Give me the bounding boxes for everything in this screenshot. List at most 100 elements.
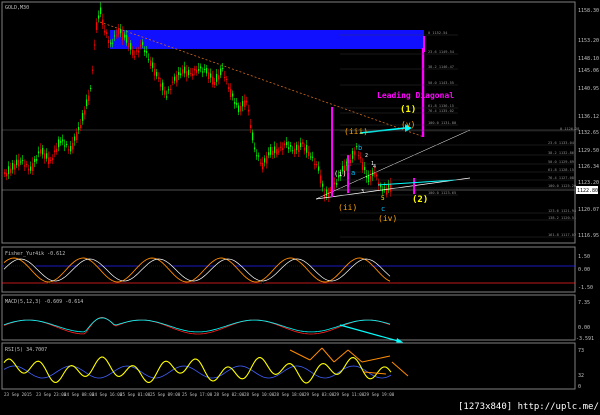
time-axis-label: 28 Sep 02:00 <box>214 392 245 397</box>
rsi-panel <box>1 342 576 390</box>
fib-level-label: 50.0 1143.55 <box>428 81 454 85</box>
fisher-bar <box>358 256 360 270</box>
candle-body <box>18 159 20 167</box>
candle-body <box>244 100 246 107</box>
fisher-bar <box>316 270 318 279</box>
candle-body <box>240 106 242 112</box>
fib-level-label: 23.6 1149.54 <box>428 50 454 54</box>
candle-body <box>184 66 186 74</box>
fisher-bar <box>132 270 134 278</box>
macd-bar <box>254 322 256 327</box>
candle-body <box>16 159 18 166</box>
fib-level-label: 76.4 1127.08 <box>548 176 574 180</box>
macd-bar <box>364 322 366 327</box>
time-axis-label: 29 Sep 19:00 <box>364 392 395 397</box>
candle-body <box>140 44 142 47</box>
candle-body <box>274 146 276 154</box>
macd-axis-top: 7.35 <box>578 300 590 306</box>
price-axis-label: 1129.50 <box>578 148 599 154</box>
macd-bar <box>368 322 370 327</box>
candle-body <box>220 68 222 76</box>
price-axis-label: 1126.34 <box>578 164 599 170</box>
candle-body <box>320 175 322 184</box>
candle-body <box>26 163 28 165</box>
macd-bar <box>106 322 108 327</box>
candle-body <box>226 78 228 80</box>
fisher-bar <box>204 270 206 275</box>
candle-body <box>104 30 106 33</box>
candle-body <box>8 166 10 175</box>
fisher-axis-top: 1.50 <box>578 254 590 260</box>
candle-body <box>248 109 250 112</box>
candle-body <box>390 183 392 192</box>
fisher-bar <box>150 262 152 270</box>
candle-body <box>46 153 48 159</box>
fisher-bar <box>366 261 368 270</box>
rsi-axis-mid: 32 <box>578 373 584 379</box>
fisher-bar <box>54 270 56 280</box>
macd-bar <box>186 327 188 333</box>
candle-body <box>102 19 104 25</box>
macd-bar <box>28 322 30 327</box>
fisher-bar <box>88 256 90 270</box>
fib-level-label: 50.0 1129.89 <box>548 160 574 164</box>
candle-body <box>172 81 174 83</box>
fisher-bar <box>112 270 114 274</box>
fisher-bar <box>104 270 106 274</box>
time-axis-label: 25 Sep 01:00 <box>120 392 151 397</box>
fisher-bar <box>24 264 26 270</box>
candle-body <box>52 158 54 161</box>
candle-body <box>198 69 200 71</box>
fisher-bar <box>292 263 294 270</box>
candle-body <box>370 175 372 182</box>
candle-body <box>128 43 130 48</box>
fisher-bar <box>324 270 326 280</box>
candle-body <box>34 159 36 162</box>
candle-body <box>58 139 60 148</box>
fib-level-label: 100.0 1123.65 <box>428 191 456 195</box>
price-axis-label: 1120.07 <box>578 207 599 213</box>
macd-bar <box>204 327 206 332</box>
fib-level-label: 161.8 1117.02 <box>548 233 576 237</box>
candle-body <box>212 76 214 85</box>
candle-body <box>82 113 84 121</box>
macd-bar <box>40 321 42 327</box>
fib-level-label: 61.8 1136.15 <box>428 104 454 108</box>
macd-bar <box>132 321 134 327</box>
fisher-bar <box>196 270 198 275</box>
candle-body <box>312 156 314 158</box>
candle-body <box>146 51 148 53</box>
wave-label-c: c <box>381 205 385 213</box>
fisher-bar <box>364 259 366 270</box>
fib-level-label: 0 1126.28 <box>560 127 579 131</box>
candle-body <box>208 72 210 79</box>
fisher-bar <box>10 259 12 270</box>
macd-bar <box>150 321 152 327</box>
candle-body <box>210 73 212 78</box>
macd-bar <box>144 322 146 327</box>
fib-level-label: 123.6 1121.94 <box>548 209 576 213</box>
resistance-zone <box>110 30 424 49</box>
macd-bar <box>24 322 26 327</box>
candle-body <box>154 68 156 76</box>
macd-bar <box>104 319 106 327</box>
current-price-value: 1122.80 <box>577 188 598 194</box>
candle-body <box>268 152 270 156</box>
fisher-bar <box>152 263 154 270</box>
candle-body <box>78 127 80 130</box>
macd-bar <box>376 321 378 327</box>
candle-body <box>90 88 92 89</box>
macd-bar <box>308 327 310 332</box>
candle-body <box>158 77 160 79</box>
candle-body <box>336 183 338 185</box>
fisher-bar <box>234 266 236 270</box>
fisher-bar <box>14 260 16 270</box>
fisher-bar <box>46 270 48 283</box>
macd-panel <box>1 294 576 341</box>
macd-bar <box>362 322 364 327</box>
rsi-axis-bottom: 0 <box>578 384 581 390</box>
macd-bar <box>80 327 82 332</box>
candle-body <box>200 66 202 69</box>
candle-body <box>166 96 168 98</box>
candle-body <box>326 189 328 197</box>
